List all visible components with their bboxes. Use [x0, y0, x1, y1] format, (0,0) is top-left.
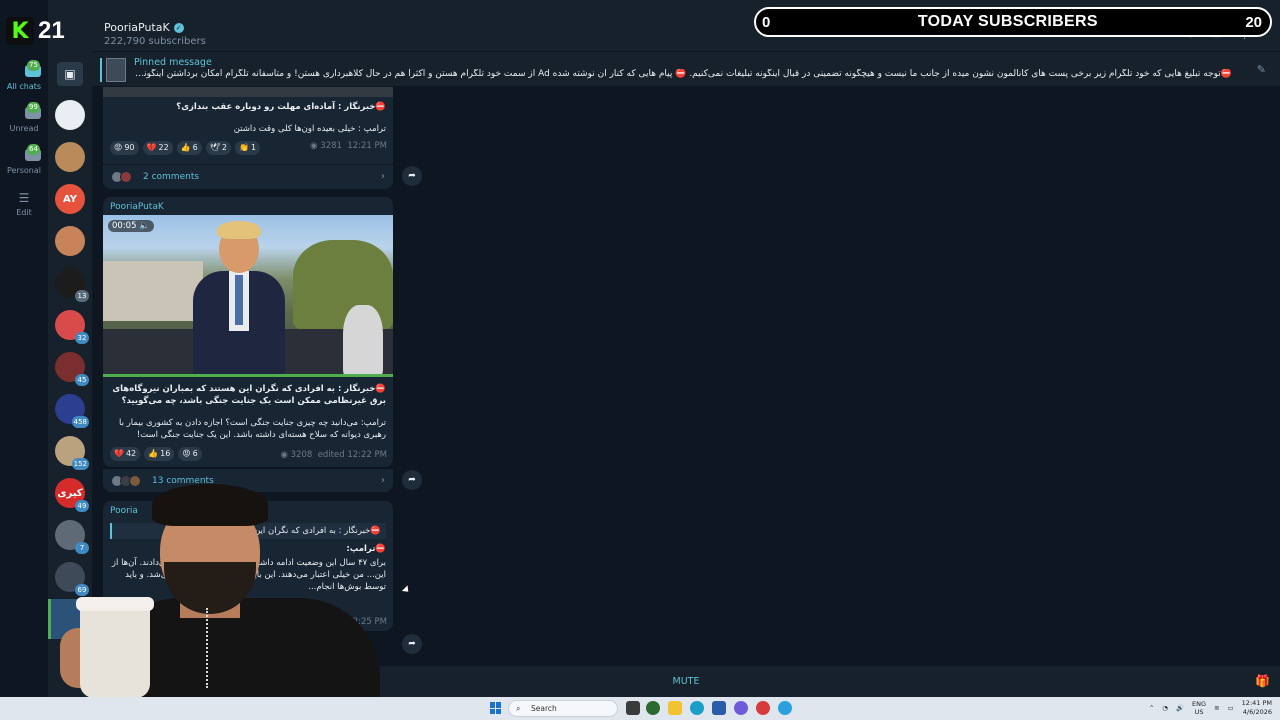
reaction[interactable]: 🕊 2: [205, 141, 231, 155]
chat-avatar[interactable]: [55, 142, 85, 172]
archive-icon[interactable]: ▣: [57, 62, 83, 86]
store-icon[interactable]: [712, 701, 726, 715]
unread-badge: 13: [75, 290, 89, 302]
chat-avatar[interactable]: 152: [55, 436, 89, 470]
unread-badge: 152: [71, 458, 89, 470]
chat-avatar[interactable]: AY: [55, 184, 85, 214]
clock[interactable]: 12:41 PM 4/6/2026: [1242, 699, 1272, 717]
comments-link: 2 comments: [143, 171, 200, 182]
chat-avatar[interactable]: 13: [55, 268, 89, 302]
message-headline: ⛔خبرنگار : آماده‌ای مهلت رو دوباره عقب ب…: [176, 102, 386, 112]
edge-icon[interactable]: [690, 701, 704, 715]
commenter-avatar: [120, 170, 132, 183]
telegram-icon[interactable]: [778, 701, 792, 715]
forward-button[interactable]: ➦: [402, 634, 422, 654]
pin-list-icon[interactable]: ✎: [1257, 63, 1266, 76]
chat-avatar[interactable]: [55, 226, 85, 256]
video-progress: [103, 374, 393, 377]
comments-row-1[interactable]: 2 comments ›: [103, 164, 393, 188]
reaction[interactable]: 👍 16: [144, 447, 175, 461]
views-icon: ◉: [280, 450, 288, 460]
file-explorer-icon[interactable]: [668, 701, 682, 715]
message-meta: ◉ 3281 12:21 PM: [310, 141, 387, 151]
streamer-webcam: [40, 478, 380, 720]
mute-icon: 🔈: [139, 221, 150, 231]
pinned-title: Pinned message: [134, 57, 212, 68]
windows-taskbar: ⌕ Search ⌃ ◔ 🔊 ENG US ≋ ▭ 12:41 PM 4/6/202…: [0, 697, 1280, 720]
folder-badge: 99: [27, 102, 40, 113]
pinned-text: ⛔توجه تبلیغ هایی که خود تلگرام زیر برخی …: [134, 69, 1232, 79]
kick-overlay: K 21: [0, 14, 72, 48]
system-tray: ⌃ ◔ 🔊 ENG US ≋ ▭ 12:41 PM 4/6/2026: [1149, 699, 1272, 717]
reaction[interactable]: 💔 42: [110, 447, 141, 461]
chevron-right-icon: ›: [381, 171, 385, 182]
video-subject: [193, 221, 285, 377]
reaction[interactable]: 😡 90: [110, 141, 139, 155]
channel-title[interactable]: PooriaPutaK ✓: [104, 21, 184, 34]
subscriber-count: 222,790 subscribers: [104, 36, 206, 47]
unread-badge: 458: [71, 416, 89, 428]
chevron-up-icon[interactable]: ⌃: [1149, 704, 1154, 712]
search-icon: ⌕: [516, 704, 521, 713]
subs-goal: 20: [1245, 13, 1262, 31]
views-icon: ◉: [310, 141, 318, 151]
reaction[interactable]: 💔 22: [142, 141, 173, 155]
app-icon[interactable]: [756, 701, 770, 715]
video-timer: 00:05 🔈: [108, 220, 154, 232]
folder-badge: 64: [27, 144, 40, 155]
media-preview: [103, 87, 393, 97]
message-headline: ⛔خبرنگار : به افرادی که نگران این هستند …: [112, 384, 386, 406]
unread-badge: 45: [75, 374, 89, 386]
message-body: ترامپ : خیلی بعیده اون‌ها کلی وقت داشتن: [233, 124, 386, 134]
chat-avatar[interactable]: 458: [55, 394, 89, 428]
pinned-accent: [100, 58, 102, 82]
wifi-icon[interactable]: ≋: [1214, 704, 1219, 712]
chat-avatar[interactable]: 32: [55, 310, 89, 344]
language-indicator[interactable]: ENG US: [1192, 700, 1206, 716]
discord-icon[interactable]: [734, 701, 748, 715]
today-subscribers-overlay: 0 TODAY SUBSCRIBERS 20: [754, 7, 1272, 37]
chat-avatar[interactable]: 45: [55, 352, 89, 386]
message-2[interactable]: PooriaPutaK 00:05 🔈 ⛔خبرنگار : به افرادی…: [103, 197, 393, 467]
subs-start: 0: [762, 13, 771, 31]
chevron-right-icon: ›: [381, 475, 385, 486]
folder-all-chats[interactable]: 75 All chats: [0, 58, 48, 98]
gift-icon[interactable]: 🎁: [1255, 674, 1270, 688]
kick-count: 21: [38, 17, 65, 44]
pinned-thumbnail: [106, 58, 126, 82]
folder-personal[interactable]: 64 Personal: [0, 142, 48, 182]
sliders-icon: ☰: [18, 191, 30, 205]
folder-edit[interactable]: ☰ Edit: [0, 184, 48, 224]
task-view-icon[interactable]: [626, 701, 640, 715]
reaction[interactable]: 👍 6: [176, 141, 202, 155]
start-icon[interactable]: [490, 702, 502, 714]
volume-icon[interactable]: 🔊: [1176, 704, 1184, 712]
forward-button[interactable]: ➦: [402, 166, 422, 186]
reaction[interactable]: 👏 1: [235, 141, 261, 155]
battery-icon[interactable]: ▭: [1228, 704, 1234, 712]
folder-unread[interactable]: 99 Unread: [0, 100, 48, 140]
mute-button[interactable]: MUTE: [652, 674, 720, 690]
message-body: ترامپ: می‌دانید چه چیزی جنایت جنگی است؟ …: [119, 418, 386, 440]
pinned-message-bar[interactable]: Pinned message ⛔توجه تبلیغ هایی که خود ت…: [92, 53, 1280, 87]
taskbar-search[interactable]: ⌕ Search: [508, 700, 618, 717]
folder-badge: 75: [27, 60, 40, 71]
subs-title: TODAY SUBSCRIBERS: [917, 13, 1098, 30]
message-sender: PooriaPutaK: [110, 202, 164, 212]
mouse-cursor: [401, 585, 412, 595]
forward-button[interactable]: ➦: [402, 470, 422, 490]
video-player[interactable]: 00:05 🔈: [103, 215, 393, 377]
network-icon[interactable]: ◔: [1162, 704, 1168, 712]
message-meta: ◉ 3208 edited 12:22 PM: [280, 450, 387, 460]
verified-icon: ✓: [173, 22, 184, 33]
unread-badge: 32: [75, 332, 89, 344]
app-icon[interactable]: [646, 701, 660, 715]
reaction[interactable]: 😡 6: [178, 447, 202, 461]
chat-avatar[interactable]: [55, 100, 85, 130]
telegram-window: 75 All chats 99 Unread 64 Personal ☰ Edi…: [0, 0, 1280, 720]
kick-logo-icon: K: [6, 17, 34, 45]
avatar-initials: AY: [62, 193, 78, 205]
